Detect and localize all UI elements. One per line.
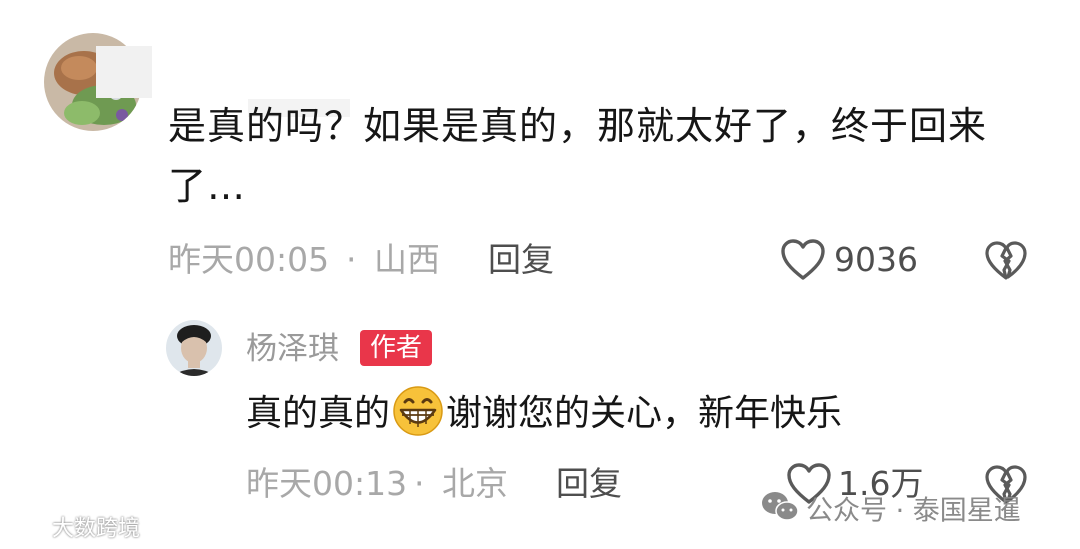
commenter-name-redacted bbox=[96, 46, 152, 98]
watermark-right: 公众号 · 泰国星暹 bbox=[760, 490, 1021, 533]
reply-separator: · bbox=[414, 464, 425, 503]
watermark-left: 大数跨境 bbox=[6, 514, 140, 545]
reply-text-part2: 谢谢您的关心，新年快乐 bbox=[446, 393, 843, 434]
author-name[interactable]: 杨泽琪 bbox=[246, 330, 339, 368]
reply-text-part1: 真的真的 bbox=[246, 393, 391, 434]
comment-location: 山西 bbox=[374, 240, 440, 279]
comment-reply-button[interactable]: 回复 bbox=[488, 240, 554, 280]
reply-reply-button[interactable]: 回复 bbox=[556, 464, 622, 504]
author-badge: 作者 bbox=[360, 330, 433, 366]
reply-location: 北京 bbox=[442, 464, 508, 503]
grin-emoji-icon bbox=[392, 385, 444, 437]
comment-like-count: 9036 bbox=[834, 240, 918, 279]
comment-time: 昨天00:05 bbox=[168, 240, 330, 279]
comment-separator: · bbox=[346, 240, 357, 279]
comment-text: 是真的吗？如果是真的，那就太好了，终于回来了… bbox=[168, 104, 988, 208]
dislike-broken-heart-icon[interactable] bbox=[984, 240, 1028, 282]
author-avatar[interactable] bbox=[166, 320, 222, 376]
watermark-right-text: 公众号 · 泰国星暹 bbox=[806, 495, 1021, 527]
wechat-icon bbox=[760, 490, 800, 533]
reply-text: 真的真的 谢谢您的关心，新年快乐 bbox=[246, 386, 843, 438]
like-heart-icon[interactable] bbox=[780, 238, 826, 282]
watermark-left-text: 大数跨境 bbox=[52, 516, 141, 542]
reply-time: 昨天00:13 bbox=[246, 464, 408, 503]
watermark-left-logo-icon bbox=[6, 514, 48, 545]
